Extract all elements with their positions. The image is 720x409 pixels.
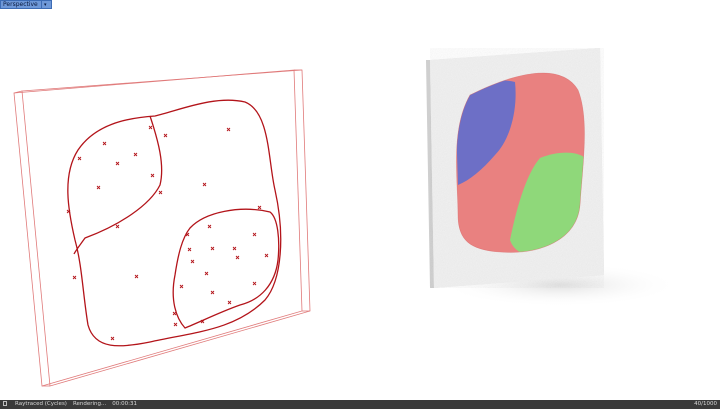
stop-icon[interactable] [3, 401, 7, 406]
render-state: Rendering... [72, 401, 107, 407]
render-time: 00:00:31 [112, 401, 137, 407]
render-samples: 40/1000 [694, 401, 717, 407]
region-curves[interactable] [67, 99, 282, 347]
stop-render-button[interactable] [3, 400, 9, 409]
scene-canvas[interactable] [0, 0, 720, 400]
wireframe-panel[interactable] [13, 69, 311, 387]
renderer-name: Raytraced (Cycles) [15, 401, 67, 407]
viewport-perspective[interactable]: Perspective ▾ [0, 0, 720, 400]
status-bar: Raytraced (Cycles) Rendering... 00:00:31… [0, 400, 720, 409]
rendered-panel[interactable] [426, 48, 680, 307]
